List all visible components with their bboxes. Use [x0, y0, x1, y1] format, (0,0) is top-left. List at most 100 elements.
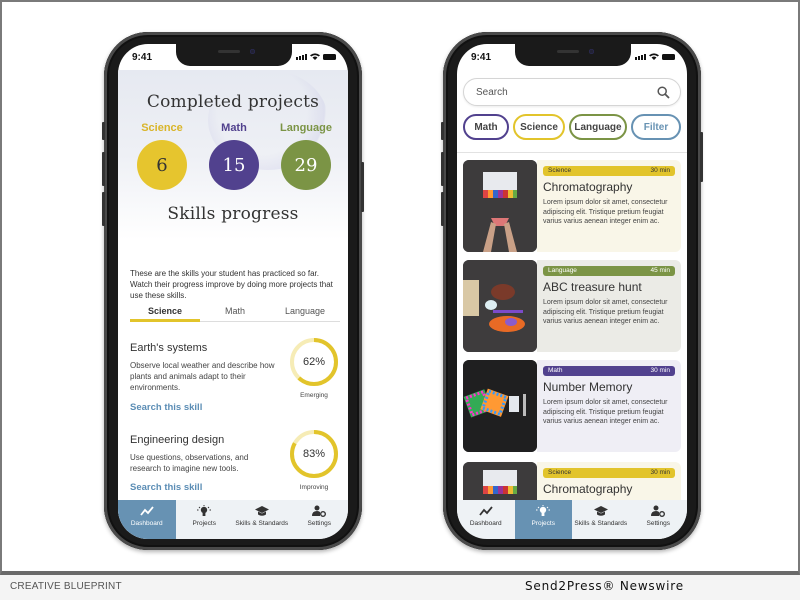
tab-science[interactable]: Science	[130, 302, 200, 322]
search-placeholder: Search	[476, 87, 508, 98]
nav-label: Skills & Standards	[235, 520, 289, 527]
battery-icon	[662, 54, 675, 60]
signal-icon	[635, 54, 646, 60]
filter-chips: Math Science Language Filter	[463, 114, 685, 140]
skill-progress-ring: 83%	[288, 428, 340, 480]
skill-description: Observe local weather and describe how p…	[130, 361, 275, 392]
project-title: ABC treasure hunt	[543, 280, 642, 294]
battery-icon	[323, 54, 336, 60]
trend-icon	[479, 506, 493, 516]
project-card[interactable]: Math 30 min Number Memory Lorem ipsum do…	[463, 360, 681, 452]
nav-settings[interactable]: Settings	[291, 500, 349, 539]
press-footer: CREATIVE BLUEPRINT Send2Press® Newswire	[0, 575, 800, 600]
wifi-icon	[649, 53, 659, 60]
filter-button[interactable]: Filter	[631, 114, 681, 140]
nav-dashboard[interactable]: Dashboard	[118, 500, 176, 539]
skill-name: Engineering design	[130, 434, 225, 446]
header-divider	[457, 152, 687, 153]
project-thumbnail	[463, 160, 537, 252]
status-time: 9:41	[471, 52, 492, 63]
duration-label: 30 min	[650, 367, 670, 374]
chip-science[interactable]: Science	[513, 114, 565, 140]
status-time: 9:41	[132, 52, 153, 63]
count-value: 15	[209, 140, 259, 190]
count-value: 6	[137, 140, 187, 190]
nav-projects[interactable]: Projects	[176, 500, 234, 539]
skill-description: Use questions, observations, and researc…	[130, 453, 249, 473]
project-card-body: Language 45 min ABC treasure hunt Lorem …	[537, 260, 681, 352]
subject-label: Math	[548, 367, 563, 374]
phone-power-button	[361, 162, 364, 212]
chip-language[interactable]: Language	[569, 114, 627, 140]
phone-projects: 9:41 Search Math Science Language Filter	[441, 32, 703, 550]
project-description: Lorem ipsum dolor sit amet, consectetur …	[543, 299, 668, 325]
projects-screen: 9:41 Search Math Science Language Filter	[457, 44, 687, 539]
nav-label: Projects	[531, 520, 555, 527]
company-credit: CREATIVE BLUEPRINT	[10, 581, 122, 592]
newswire-credit: Send2Press® Newswire	[525, 579, 684, 593]
search-icon[interactable]	[657, 86, 670, 99]
skills-progress-title: Skills progress	[167, 204, 299, 224]
nav-skills-standards[interactable]: Skills & Standards	[233, 500, 291, 539]
project-description: Lorem ipsum dolor sit amet, consectetur …	[543, 199, 668, 225]
phone-mute-switch	[441, 122, 444, 140]
nav-label: Dashboard	[130, 520, 163, 527]
lightbulb-icon	[536, 505, 551, 516]
subject-label: Science	[548, 469, 572, 476]
skill-level: Emerging	[300, 392, 328, 399]
project-thumbnail	[463, 260, 537, 352]
search-skill-link[interactable]: Search this skill	[130, 402, 202, 413]
project-card[interactable]: Science 30 min Chromatography Lorem ipsu…	[463, 160, 681, 252]
count-label: Math	[221, 122, 247, 134]
chip-math[interactable]: Math	[463, 114, 509, 140]
subject-tag: Science 30 min	[543, 166, 675, 176]
graduation-cap-icon	[593, 506, 608, 516]
nav-settings[interactable]: Settings	[630, 500, 688, 539]
nav-projects[interactable]: Projects	[514, 500, 572, 539]
nav-dashboard[interactable]: Dashboard	[457, 500, 515, 539]
skill-name: Earth's systems	[130, 342, 208, 354]
project-card[interactable]: Language 45 min ABC treasure hunt Lorem …	[463, 260, 681, 352]
project-thumbnail	[463, 360, 537, 452]
subject-label: Science	[548, 167, 572, 174]
search-input[interactable]: Search	[463, 78, 681, 106]
duration-label: 30 min	[650, 469, 670, 476]
tab-math[interactable]: Math	[200, 302, 270, 321]
subject-tag: Language 45 min	[543, 266, 675, 276]
phone-mute-switch	[102, 122, 105, 140]
duration-label: 30 min	[650, 167, 670, 174]
signal-icon	[296, 54, 307, 60]
promo-canvas: 9:41 Completed projects Science 6 Math 1…	[0, 0, 800, 575]
user-gear-icon	[312, 505, 327, 517]
count-science[interactable]: Science 6	[134, 122, 190, 190]
subject-label: Language	[548, 267, 577, 274]
dashboard-screen: 9:41 Completed projects Science 6 Math 1…	[118, 44, 348, 539]
nav-label: Projects	[192, 520, 216, 527]
bottom-nav: Dashboard Projects Skills & Standards Se…	[118, 500, 348, 539]
skill-percent: 62%	[302, 356, 326, 368]
phone-volume-up	[441, 152, 444, 186]
nav-skills-standards[interactable]: Skills & Standards	[572, 500, 630, 539]
nav-label: Skills & Standards	[574, 520, 628, 527]
count-label: Language	[280, 122, 332, 134]
project-card-body: Math 30 min Number Memory Lorem ipsum do…	[537, 360, 681, 452]
count-label: Science	[141, 122, 183, 134]
completed-projects-title: Completed projects	[146, 92, 320, 112]
project-description: Lorem ipsum dolor sit amet, consectetur …	[543, 399, 668, 425]
count-math[interactable]: Math 15	[206, 122, 262, 190]
tab-language[interactable]: Language	[270, 302, 340, 321]
skill-percent: 83%	[302, 448, 326, 460]
phone-volume-up	[102, 152, 105, 186]
phone-dashboard: 9:41 Completed projects Science 6 Math 1…	[102, 32, 364, 550]
wifi-icon	[310, 53, 320, 60]
treasure-hunt-image	[463, 260, 537, 352]
graduation-cap-icon	[254, 506, 269, 516]
count-language[interactable]: Language 29	[278, 122, 334, 190]
skill-item: Earth's systems Observe local weather an…	[130, 338, 340, 422]
project-card-body: Science 30 min Chromatography Lorem ipsu…	[537, 160, 681, 252]
nav-label: Settings	[307, 520, 332, 527]
project-title: Chromatography	[543, 180, 633, 194]
project-title: Chromatography	[543, 482, 633, 496]
skills-description: These are the skills your student has pr…	[130, 269, 333, 300]
search-skill-link[interactable]: Search this skill	[130, 482, 202, 493]
